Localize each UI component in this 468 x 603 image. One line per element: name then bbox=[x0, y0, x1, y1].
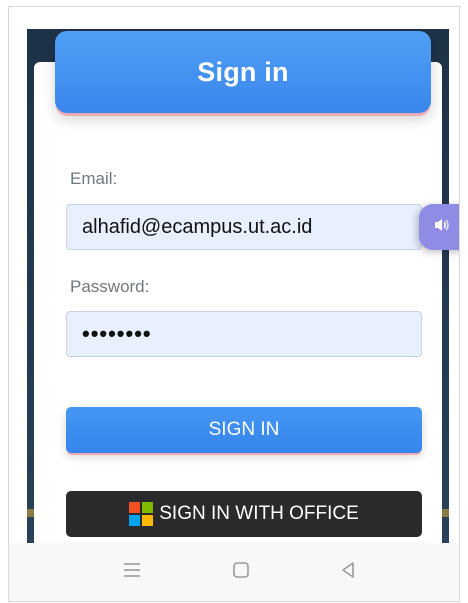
password-value: •••••••• bbox=[82, 321, 152, 346]
page-title: Sign in bbox=[197, 56, 289, 87]
accessibility-button[interactable] bbox=[419, 204, 459, 250]
email-value: alhafid@ecampus.ut.ac.id bbox=[82, 215, 313, 238]
nav-home-button[interactable] bbox=[226, 557, 256, 587]
nav-menu-button[interactable] bbox=[117, 557, 147, 587]
email-field[interactable]: alhafid@ecampus.ut.ac.id bbox=[66, 204, 422, 250]
ms-logo-green bbox=[142, 502, 154, 513]
sign-in-button[interactable]: SIGN IN bbox=[66, 407, 422, 453]
system-navigation-bar bbox=[9, 543, 459, 601]
ms-logo-blue bbox=[129, 515, 141, 526]
nav-back-button[interactable] bbox=[333, 557, 363, 587]
menu-icon bbox=[122, 561, 142, 584]
home-square-icon bbox=[232, 561, 250, 584]
back-triangle-icon bbox=[339, 561, 357, 584]
speaker-icon bbox=[432, 215, 452, 240]
office-button-label: SIGN IN WITH OFFICE bbox=[159, 503, 359, 524]
password-field[interactable]: •••••••• bbox=[66, 311, 422, 357]
email-label: Email: bbox=[70, 169, 118, 188]
password-label: Password: bbox=[70, 277, 150, 296]
sign-in-header: Sign in bbox=[55, 31, 431, 113]
ms-logo-yellow bbox=[142, 515, 154, 526]
phone-screen: Sign in Email: alhafid@ecampus.ut.ac.id … bbox=[8, 6, 460, 602]
microsoft-logo-icon bbox=[129, 502, 154, 526]
sign-in-with-office-button[interactable]: SIGN IN WITH OFFICE bbox=[66, 491, 422, 537]
ms-logo-red bbox=[129, 502, 141, 513]
